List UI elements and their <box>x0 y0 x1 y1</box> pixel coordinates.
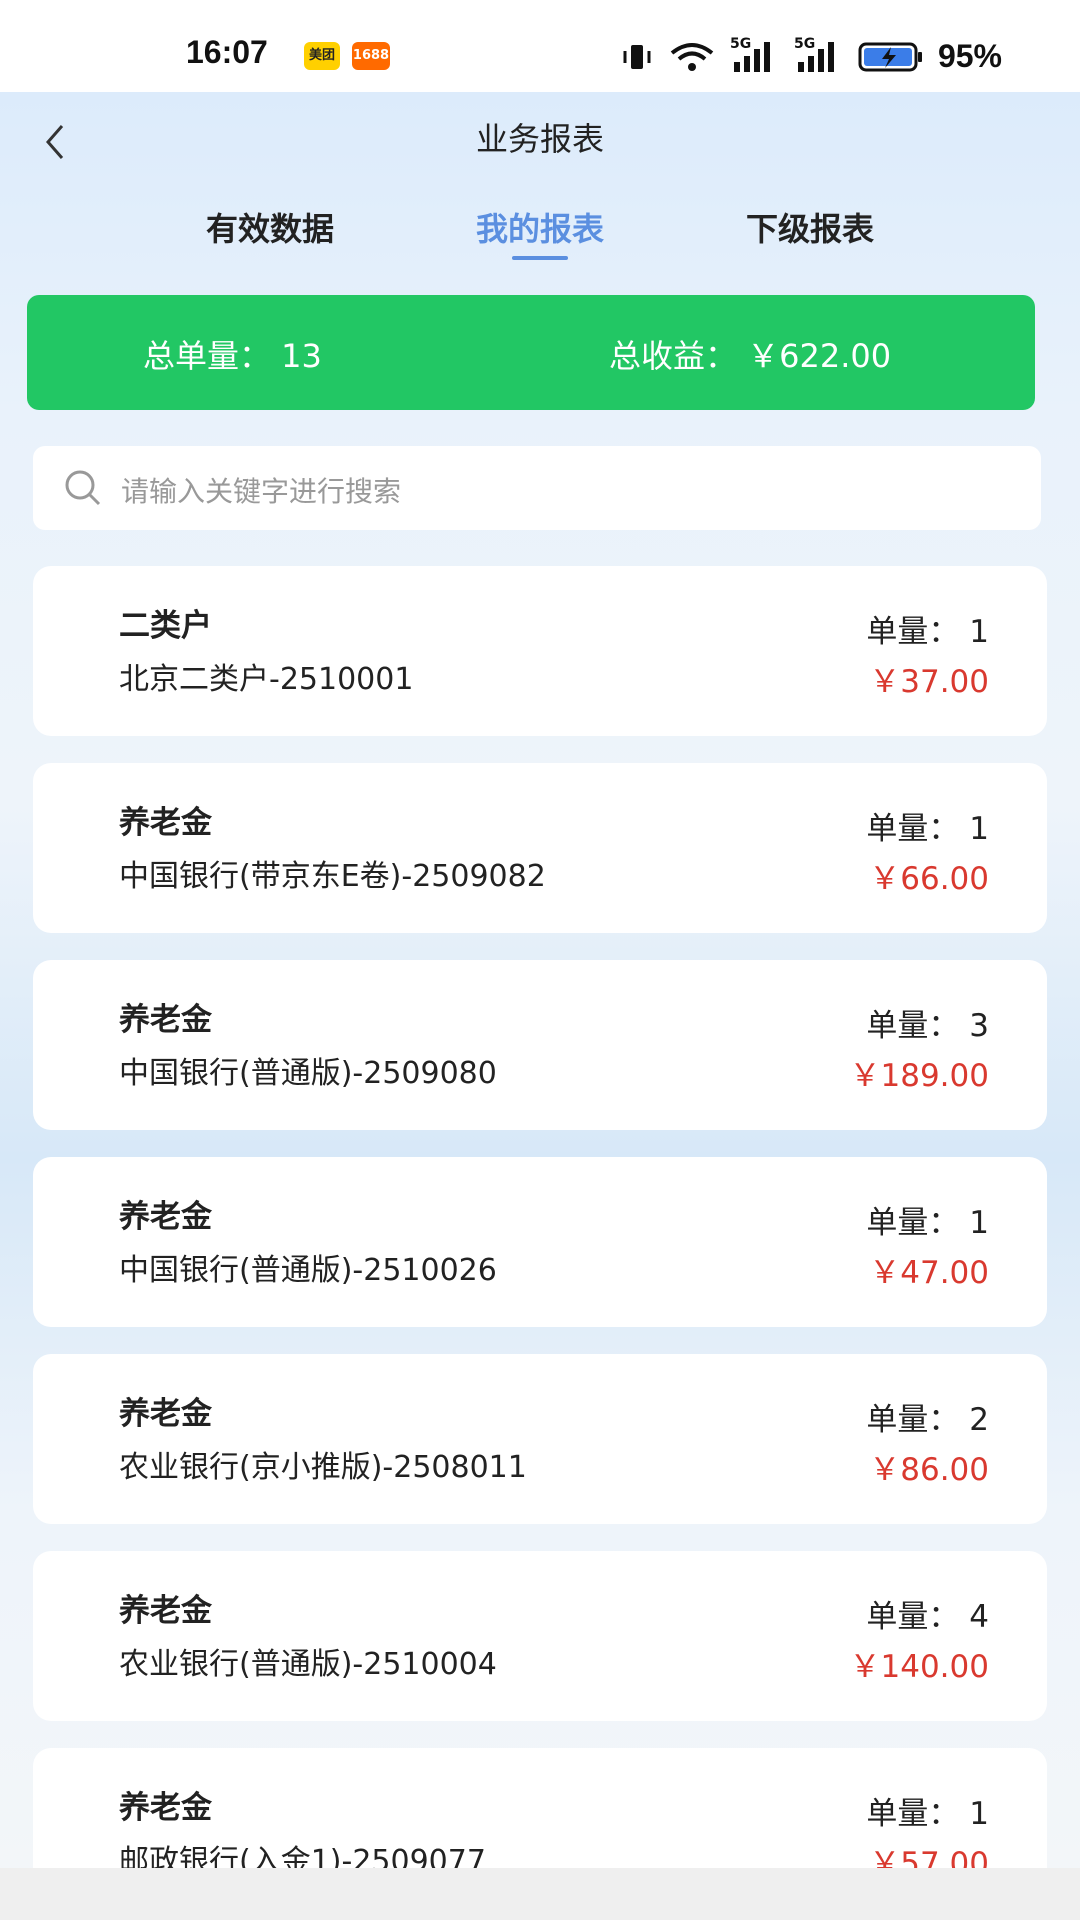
signal-5g-2: 5G <box>794 36 844 74</box>
item-amount: ￥189.00 <box>849 1058 989 1094</box>
list-item[interactable]: 养老金 中国银行(普通版)-2510026 单量： 1 ￥47.00 <box>33 1157 1047 1327</box>
list-item[interactable]: 养老金 中国银行(普通版)-2509080 单量： 3 ￥189.00 <box>33 960 1047 1130</box>
list-item[interactable]: 养老金 邮政银行(入金1)-2509077 单量： 1 ￥57.00 <box>33 1748 1047 1868</box>
list-item[interactable]: 养老金 农业银行(普通版)-2510004 单量： 4 ￥140.00 <box>33 1551 1047 1721</box>
item-name: 农业银行(京小推版)-2508011 <box>119 1450 527 1485</box>
item-quantity: 单量： 1 <box>866 811 989 847</box>
summary-banner: 总单量： 13 总收益： ￥622.00 <box>27 295 1035 410</box>
search-bar[interactable]: 请输入关键字进行搜索 <box>33 446 1041 530</box>
signal-bars-icon <box>733 41 770 72</box>
search-icon <box>65 470 101 506</box>
page-title: 业务报表 <box>475 120 604 158</box>
item-category: 养老金 <box>119 1002 212 1038</box>
item-amount: ￥47.00 <box>869 1255 989 1291</box>
total-income: 总收益： ￥622.00 <box>609 337 892 375</box>
item-quantity: 单量： 1 <box>866 1205 989 1241</box>
app-1688-icon: 1688 <box>352 42 390 70</box>
item-name: 中国银行(普通版)-2510026 <box>119 1253 497 1288</box>
search-input[interactable]: 请输入关键字进行搜索 <box>121 470 401 510</box>
item-category: 养老金 <box>119 1593 212 1629</box>
item-amount: ￥66.00 <box>869 861 989 897</box>
vibrate-icon <box>623 44 651 69</box>
meituan-app-icon: 美团 <box>304 42 340 70</box>
item-quantity: 单量： 2 <box>866 1402 989 1438</box>
list-item[interactable]: 二类户 北京二类户-2510001 单量： 1 ￥37.00 <box>33 566 1047 736</box>
list-item[interactable]: 养老金 农业银行(京小推版)-2508011 单量： 2 ￥86.00 <box>33 1354 1047 1524</box>
total-count: 总单量： 13 <box>143 337 322 375</box>
battery-charging-icon <box>858 42 922 71</box>
status-indicators: 5G 5G 95% <box>620 36 1002 75</box>
active-tab-indicator <box>512 256 568 260</box>
tab-my-report[interactable]: 我的报表 <box>430 204 650 250</box>
item-amount: ￥86.00 <box>869 1452 989 1488</box>
page-body: 业务报表 有效数据 我的报表 下级报表 总单量： 13 总收益： ￥622.00… <box>0 92 1080 1868</box>
item-category: 养老金 <box>119 1199 212 1235</box>
item-name: 北京二类户-2510001 <box>119 662 414 697</box>
tab-sub-report[interactable]: 下级报表 <box>700 204 920 250</box>
item-name: 中国银行(带京东E卷)-2509082 <box>119 859 546 894</box>
item-name: 邮政银行(入金1)-2509077 <box>119 1844 486 1868</box>
item-name: 农业银行(普通版)-2510004 <box>119 1647 497 1682</box>
item-category: 养老金 <box>119 1396 212 1432</box>
signal-bars-icon <box>797 41 834 72</box>
item-quantity: 单量： 3 <box>866 1008 989 1044</box>
item-category: 二类户 <box>119 608 212 644</box>
item-category: 养老金 <box>119 805 212 841</box>
bottom-gesture-area <box>0 1868 1080 1920</box>
battery-percent: 95% <box>937 38 1002 74</box>
tab-valid-data[interactable]: 有效数据 <box>160 204 380 250</box>
item-name: 中国银行(普通版)-2509080 <box>119 1056 497 1091</box>
report-tabs: 有效数据 我的报表 下级报表 <box>0 204 1080 284</box>
item-quantity: 单量： 1 <box>866 614 989 650</box>
item-quantity: 单量： 1 <box>866 1796 989 1832</box>
status-bar: 16:07 美团 1688 5G 5G 95% <box>0 0 1080 92</box>
signal-5g-1: 5G <box>730 36 780 74</box>
status-time: 16:07 <box>186 34 268 70</box>
item-amount: ￥57.00 <box>869 1846 989 1868</box>
wifi-icon <box>670 42 714 71</box>
list-item[interactable]: 养老金 中国银行(带京东E卷)-2509082 单量： 1 ￥66.00 <box>33 763 1047 933</box>
item-amount: ￥140.00 <box>849 1649 989 1685</box>
item-amount: ￥37.00 <box>869 664 989 700</box>
item-category: 养老金 <box>119 1790 212 1826</box>
item-quantity: 单量： 4 <box>866 1599 989 1635</box>
